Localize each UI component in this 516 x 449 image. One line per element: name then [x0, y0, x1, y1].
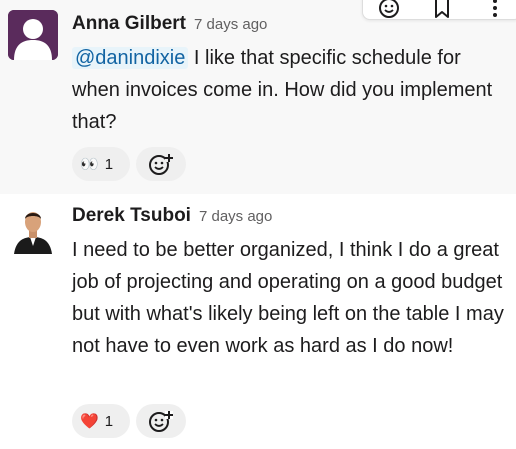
- reactions-bar: ❤️ 1: [72, 404, 186, 438]
- avatar[interactable]: [8, 204, 58, 254]
- add-emoji-icon: [149, 411, 173, 432]
- default-user-icon: [8, 10, 58, 60]
- avatar[interactable]: [8, 10, 58, 60]
- message-actions-toolbar: [362, 0, 516, 20]
- save-action[interactable]: [428, 0, 456, 22]
- add-reaction-button[interactable]: [136, 404, 186, 438]
- bookmark-icon: [434, 0, 449, 18]
- message-anna: Anna Gilbert 7 days ago @danindixie I lik…: [0, 0, 516, 194]
- add-reaction-button[interactable]: [136, 147, 186, 181]
- more-actions[interactable]: [481, 0, 509, 22]
- eyes-emoji-icon: 👀: [80, 156, 99, 173]
- user-photo-icon: [8, 204, 58, 254]
- message-text: I need to be better organized, I think I…: [72, 239, 504, 357]
- timestamp[interactable]: 7 days ago: [199, 208, 272, 225]
- author-name[interactable]: Derek Tsuboi 7 days ago: [72, 204, 272, 229]
- message-text: @danindixie I like that specific schedul…: [72, 42, 512, 138]
- author-name-text[interactable]: Anna Gilbert: [72, 13, 186, 34]
- reaction-eyes[interactable]: 👀 1: [72, 147, 130, 181]
- reaction-count: 1: [104, 155, 114, 173]
- author-name-text[interactable]: Derek Tsuboi: [72, 205, 191, 226]
- add-reaction-action[interactable]: [375, 0, 403, 22]
- reaction-count: 1: [104, 412, 114, 430]
- add-emoji-icon: [149, 154, 173, 175]
- heart-emoji-icon: ❤️: [80, 413, 99, 430]
- message-derek: Derek Tsuboi 7 days ago I need to be bett…: [0, 194, 516, 449]
- reaction-heart[interactable]: ❤️ 1: [72, 404, 130, 438]
- timestamp[interactable]: 7 days ago: [194, 16, 267, 33]
- reactions-bar: 👀 1: [72, 147, 186, 181]
- more-icon: [492, 0, 497, 17]
- mention-link[interactable]: @danindixie: [72, 47, 189, 69]
- author-name[interactable]: Anna Gilbert 7 days ago: [72, 12, 267, 37]
- emoji-icon: [379, 0, 400, 18]
